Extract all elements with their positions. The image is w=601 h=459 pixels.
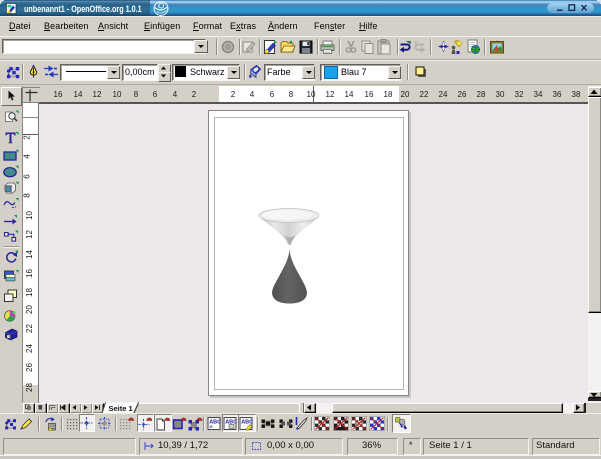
svg-text:ABC: ABC: [241, 420, 253, 426]
svg-text:Seite 1: Seite 1: [109, 404, 133, 413]
svg-text:ABC: ABC: [209, 420, 221, 426]
